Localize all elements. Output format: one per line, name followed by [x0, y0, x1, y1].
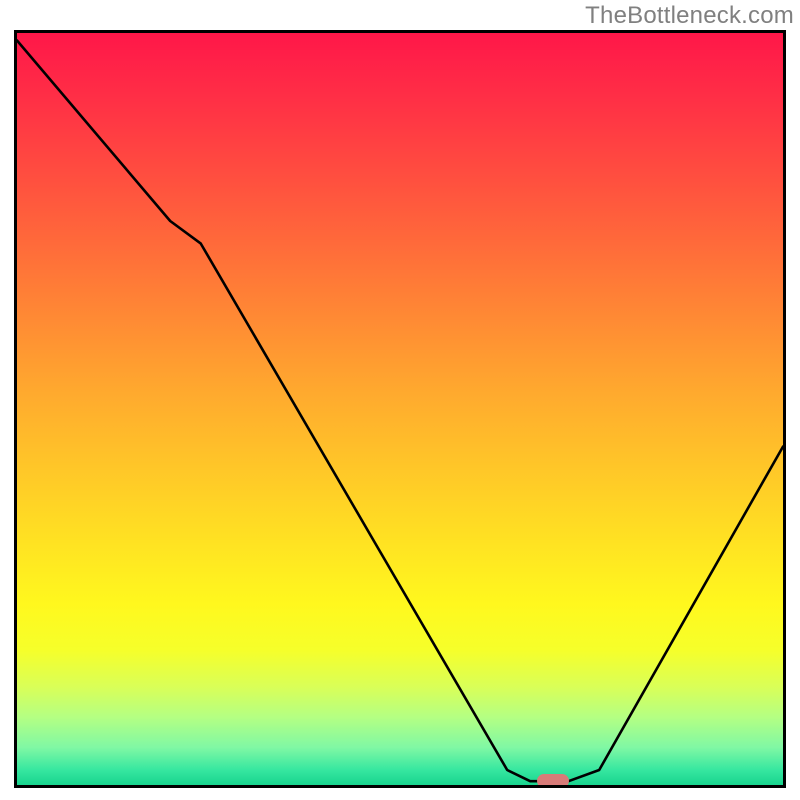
optimal-marker	[537, 774, 569, 788]
watermark-text: TheBottleneck.com	[585, 2, 794, 30]
chart-container: TheBottleneck.com	[0, 0, 800, 800]
bottleneck-curve	[17, 33, 783, 785]
curve-path	[17, 41, 783, 782]
plot-frame	[14, 30, 786, 788]
